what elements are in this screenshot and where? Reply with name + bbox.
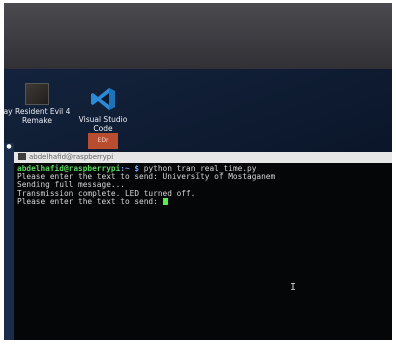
desktop-icon-edr[interactable]: EDr — [88, 133, 118, 149]
desktop-icon-label: EDr — [97, 137, 109, 144]
terminal-input-prompt: Please enter the text to send: — [17, 196, 163, 206]
game-icon — [25, 83, 49, 105]
vscode-icon — [91, 88, 115, 110]
terminal-window[interactable]: abdelhafid@raspberrypi abdelhafid@raspbe… — [14, 152, 392, 340]
desktop: ay Resident Evil 4 Remake Visual Studio … — [4, 69, 392, 159]
left-desktop-strip: ● — [4, 143, 14, 340]
photo-of-monitor: ay Resident Evil 4 Remake Visual Studio … — [4, 3, 392, 340]
text-cursor — [162, 197, 168, 205]
terminal-titlebar[interactable]: abdelhafid@raspberrypi — [14, 152, 392, 163]
screen: ay Resident Evil 4 Remake Visual Studio … — [4, 69, 392, 340]
monitor-bezel — [4, 3, 392, 73]
terminal-line: Please enter the text to send: — [17, 196, 387, 206]
desktop-icon-vscode[interactable]: Visual Studio Code — [78, 87, 128, 133]
desktop-icon-label: Visual Studio Code — [78, 115, 128, 133]
desktop-icon-resident-evil[interactable]: ay Resident Evil 4 Remake — [4, 83, 72, 125]
desktop-icon-label: ay Resident Evil 4 Remake — [4, 107, 71, 125]
terminal-icon — [18, 153, 26, 160]
app-icon: ● — [6, 143, 12, 150]
terminal-output[interactable]: abdelhafid@raspberrypi:~ $ python tran_r… — [17, 164, 387, 206]
mouse-ibeam-cursor: I — [290, 282, 297, 293]
terminal-title: abdelhafid@raspberrypi — [29, 153, 114, 161]
